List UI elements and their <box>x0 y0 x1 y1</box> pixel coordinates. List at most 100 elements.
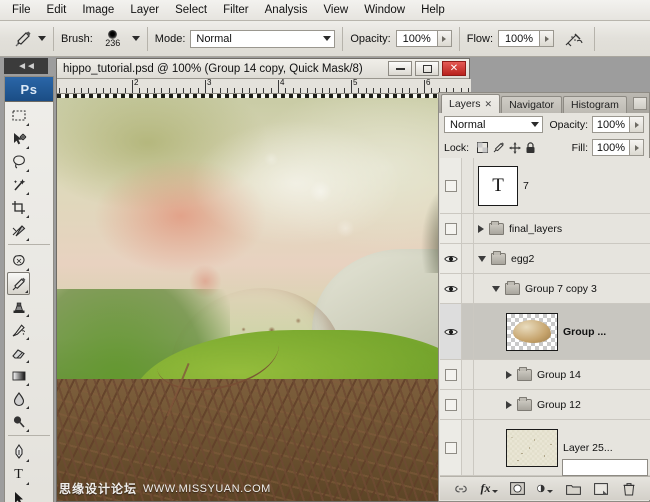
document-title-bar[interactable]: hippo_tutorial.psd @ 100% (Group 14 copy… <box>57 59 469 79</box>
table-row[interactable]: Group 7 copy 3 <box>440 274 650 304</box>
slice-tool[interactable] <box>7 219 30 242</box>
layer-visibility-toggle[interactable] <box>440 244 462 273</box>
layer-name[interactable]: Group ... <box>563 326 606 338</box>
table-row[interactable]: egg2 <box>440 244 650 274</box>
close-button[interactable]: ✕ <box>442 61 466 76</box>
blur-tool[interactable] <box>7 387 30 410</box>
table-row[interactable]: Group 12 <box>440 390 650 420</box>
lock-position-icon[interactable] <box>509 142 521 154</box>
table-row[interactable]: Group 14 <box>440 360 650 390</box>
tool-preset-chevron-down-icon[interactable] <box>38 36 46 41</box>
layer-opacity-input[interactable]: 100% <box>592 116 630 133</box>
tool-preset-picker[interactable] <box>0 27 46 51</box>
blend-mode-chevron-down-icon[interactable] <box>323 36 332 41</box>
layer-visibility-toggle[interactable] <box>440 158 462 213</box>
menu-file[interactable]: File <box>4 1 39 19</box>
layer-list-edit-strip[interactable] <box>562 459 648 476</box>
collapse-panels-button[interactable]: ◄◄ <box>4 58 48 74</box>
opacity-slider-button[interactable] <box>437 30 452 47</box>
flow-control[interactable]: 100% <box>498 30 555 47</box>
tab-navigator[interactable]: Navigator <box>501 96 563 113</box>
healing-brush-tool[interactable] <box>7 249 30 272</box>
layer-name[interactable]: egg2 <box>511 253 534 265</box>
layer-blend-mode-select[interactable]: Normal <box>444 116 544 133</box>
layer-visibility-toggle[interactable] <box>440 390 462 419</box>
delete-layer-button[interactable] <box>621 481 637 496</box>
dodge-tool[interactable] <box>7 410 30 433</box>
blend-mode-select[interactable]: Normal <box>190 29 336 48</box>
group-collapse-chevron-down-icon[interactable] <box>492 285 500 292</box>
tab-layers[interactable]: Layers ✕ <box>441 94 501 113</box>
lock-transparent-pixels-icon[interactable] <box>477 142 489 153</box>
brush-tool[interactable] <box>7 272 30 295</box>
link-layers-button[interactable] <box>453 481 469 496</box>
layer-thumbnail-text[interactable]: T <box>478 165 518 206</box>
layer-list[interactable]: T 7 final_layers egg2 Group 7 copy 3 Gro… <box>440 158 650 476</box>
lasso-tool[interactable] <box>7 150 30 173</box>
history-brush-tool[interactable] <box>7 318 30 341</box>
gradient-tool[interactable] <box>7 364 30 387</box>
tab-histogram[interactable]: Histogram <box>563 96 627 113</box>
layer-thumbnail-image[interactable] <box>506 428 558 467</box>
group-expand-chevron-right-icon[interactable] <box>506 400 512 409</box>
move-tool[interactable] <box>7 127 30 150</box>
airbrush-icon[interactable] <box>561 27 587 51</box>
add-layer-style-button[interactable]: fx <box>481 481 498 496</box>
eraser-tool[interactable] <box>7 341 30 364</box>
table-row[interactable]: T 7 <box>440 158 650 214</box>
layer-visibility-toggle[interactable] <box>440 214 462 243</box>
fill-slider-button[interactable] <box>630 139 644 156</box>
maximize-button[interactable] <box>415 61 439 76</box>
path-selection-tool[interactable] <box>7 486 30 502</box>
brush-preview[interactable]: 236 <box>98 29 128 48</box>
layer-visibility-toggle[interactable] <box>440 304 462 359</box>
group-expand-chevron-right-icon[interactable] <box>478 224 484 233</box>
menu-layer[interactable]: Layer <box>122 1 167 19</box>
fill-input[interactable]: 100% <box>592 139 630 156</box>
menu-help[interactable]: Help <box>413 1 453 19</box>
menu-edit[interactable]: Edit <box>39 1 75 19</box>
fill-control[interactable]: 100% <box>592 139 644 156</box>
type-tool[interactable]: T <box>7 463 30 486</box>
close-icon[interactable]: ✕ <box>485 99 493 110</box>
chevron-down-icon[interactable] <box>531 122 540 127</box>
layer-visibility-toggle[interactable] <box>440 420 462 475</box>
magic-wand-tool[interactable] <box>7 173 30 196</box>
layer-name[interactable]: Group 7 copy 3 <box>525 283 597 295</box>
menu-window[interactable]: Window <box>356 1 413 19</box>
panel-menu-button[interactable] <box>633 97 647 110</box>
new-layer-button[interactable] <box>593 481 609 496</box>
layer-name[interactable]: Group 14 <box>537 369 581 381</box>
layer-name[interactable]: final_layers <box>509 223 562 235</box>
menu-select[interactable]: Select <box>167 1 215 19</box>
layer-thumbnail-image[interactable] <box>506 312 558 351</box>
opacity-control[interactable]: 100% <box>395 30 452 47</box>
layer-visibility-toggle[interactable] <box>440 360 462 389</box>
layer-name[interactable]: 7 <box>523 180 529 192</box>
new-adjustment-layer-button[interactable] <box>537 481 553 496</box>
pen-tool[interactable] <box>7 440 30 463</box>
lock-image-pixels-icon[interactable] <box>493 142 505 153</box>
group-expand-chevron-right-icon[interactable] <box>506 370 512 379</box>
menu-view[interactable]: View <box>315 1 356 19</box>
layer-opacity-slider-button[interactable] <box>630 116 644 133</box>
layer-name[interactable]: Group 12 <box>537 399 581 411</box>
brush-picker-chevron-down-icon[interactable] <box>131 36 140 41</box>
flow-input[interactable]: 100% <box>498 30 541 47</box>
lock-all-icon[interactable] <box>525 142 536 153</box>
menu-filter[interactable]: Filter <box>215 1 257 19</box>
table-row[interactable]: final_layers <box>440 214 650 244</box>
horizontal-ruler[interactable]: 2 3 4 5 6 <box>57 79 471 94</box>
menu-image[interactable]: Image <box>74 1 122 19</box>
crop-tool[interactable] <box>7 196 30 219</box>
table-row[interactable]: Group ... <box>440 304 650 360</box>
group-collapse-chevron-down-icon[interactable] <box>478 255 486 262</box>
image-canvas[interactable]: 思缘设计论坛 WWW.MISSYUAN.COM <box>57 94 469 501</box>
clone-stamp-tool[interactable] <box>7 295 30 318</box>
minimize-button[interactable] <box>388 61 412 76</box>
layer-opacity-control[interactable]: 100% <box>592 116 644 133</box>
rectangular-marquee-tool[interactable] <box>7 104 30 127</box>
menu-analysis[interactable]: Analysis <box>257 1 316 19</box>
layer-name[interactable]: Layer 25... <box>563 442 613 454</box>
flow-slider-button[interactable] <box>540 30 555 47</box>
